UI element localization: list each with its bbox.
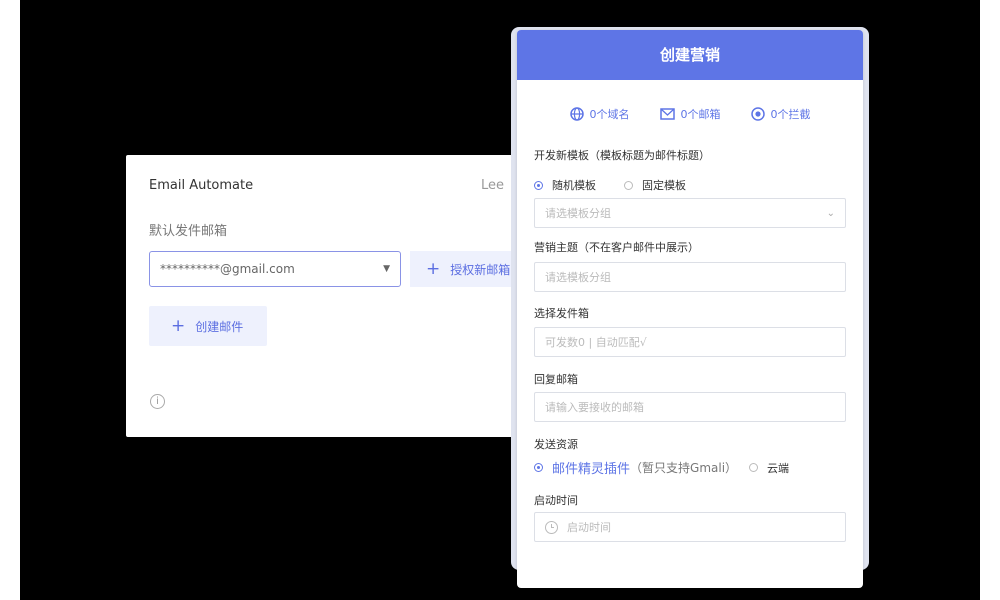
caret-down-icon: ▼ (383, 264, 390, 274)
chevron-down-icon: ⌄ (826, 207, 835, 219)
stat-mailboxes-label: 0个邮箱 (680, 108, 721, 121)
fixed-template-label[interactable]: 固定模板 (642, 177, 686, 193)
sender-box-input[interactable] (545, 335, 835, 349)
subject-input-box[interactable] (534, 262, 846, 292)
user-name[interactable]: Lee (481, 178, 504, 193)
plus-icon: + (426, 258, 441, 279)
plugin-source-label[interactable]: 邮件精灵插件 (552, 458, 630, 477)
subject-input[interactable] (545, 270, 835, 284)
shield-icon (750, 107, 765, 121)
default-sender-label: 默认发件邮箱 (149, 224, 228, 239)
fixed-template-radio[interactable] (624, 180, 633, 190)
template-group-select[interactable]: 请选模板分组 ⌄ (534, 198, 846, 228)
mail-icon (659, 108, 675, 120)
authorize-mailbox-label: 授权新邮箱 (450, 262, 511, 277)
random-template-radio[interactable] (534, 180, 543, 190)
stat-domains-label: 0个域名 (589, 108, 630, 121)
template-group-placeholder: 请选模板分组 (545, 207, 611, 220)
sender-box-label: 选择发件箱 (534, 307, 589, 320)
start-time-input-box[interactable] (534, 512, 846, 542)
stat-blocked: 0个拦截 (750, 106, 811, 122)
cloud-source-radio[interactable] (749, 463, 759, 472)
plus-icon: + (171, 315, 186, 336)
reply-label: 回复邮箱 (534, 373, 578, 386)
subject-label: 营销主题（不在客户邮件中展示） (534, 241, 699, 254)
stat-blocked-label: 0个拦截 (770, 108, 811, 121)
create-mail-button[interactable]: + 创建邮件 (149, 306, 267, 346)
start-time-input[interactable] (567, 520, 835, 534)
default-sender-select[interactable]: **********@gmail.com ▼ (149, 251, 401, 287)
template-type-radio-group: 随机模板 固定模板 (534, 177, 686, 193)
random-template-label[interactable]: 随机模板 (552, 177, 596, 193)
template-label: 开发新模板（模板标题为邮件标题） (534, 149, 710, 162)
info-icon[interactable]: i (150, 394, 165, 409)
app-title: Email Automate (149, 178, 254, 193)
create-campaign-panel: 创建营销 0个域名 0个邮箱 0个拦截 开发新模板（模板标题为邮件标题） 随机模… (517, 30, 863, 588)
create-campaign-card: 创建营销 0个域名 0个邮箱 0个拦截 开发新模板（模板标题为邮件标题） 随机模… (511, 27, 869, 588)
globe-icon (569, 107, 584, 121)
panel-title: 创建营销 (517, 30, 863, 80)
reply-input-box[interactable] (534, 392, 846, 422)
stat-domains: 0个域名 (569, 106, 630, 122)
plugin-source-radio[interactable] (534, 463, 543, 472)
source-radio-group: 邮件精灵插件 （暂只支持Gmali） 云端 (534, 458, 789, 477)
start-time-label: 启动时间 (534, 494, 578, 507)
reply-input[interactable] (545, 400, 835, 414)
clock-icon (545, 520, 558, 534)
stats-row: 0个域名 0个邮箱 0个拦截 (517, 106, 863, 122)
source-label: 发送资源 (534, 438, 578, 451)
email-automate-card: Email Automate Lee 默认发件邮箱 **********@gma… (126, 155, 526, 437)
sender-box-input-box[interactable] (534, 327, 846, 357)
cloud-source-label[interactable]: 云端 (767, 460, 789, 476)
default-sender-value: **********@gmail.com (160, 262, 295, 276)
plugin-source-note: （暂只支持Gmali） (630, 461, 738, 475)
create-mail-label: 创建邮件 (195, 319, 244, 334)
authorize-mailbox-button[interactable]: + 授权新邮箱 (410, 251, 526, 287)
stat-mailboxes: 0个邮箱 (659, 106, 721, 122)
